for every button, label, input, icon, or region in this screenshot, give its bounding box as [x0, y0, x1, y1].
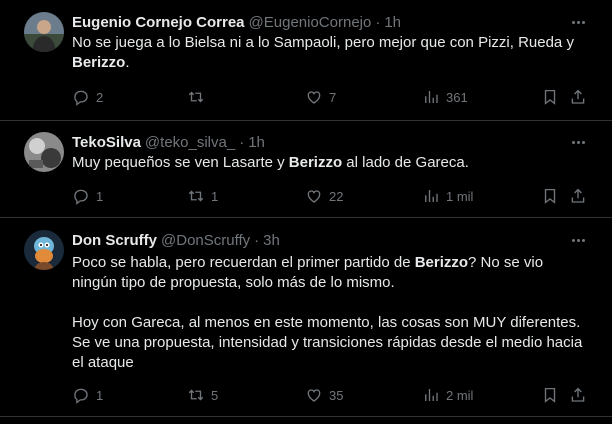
tweet-text-part: No se juega a lo Bielsa ni a lo Sampaoli… — [72, 34, 574, 51]
avatar[interactable] — [24, 132, 64, 172]
tweet-text-part: . — [125, 54, 130, 71]
share-button[interactable] — [569, 385, 587, 405]
tweet-header: Eugenio Cornejo Correa @EugenioCornejo ·… — [72, 12, 401, 32]
tweet-actions: 2 7 361 — [72, 87, 592, 107]
tweet[interactable]: Don Scruffy @DonScruffy · 3h Poco se hab… — [0, 218, 612, 417]
tweet-text: Poco se habla, pero recuerdan el primer … — [72, 253, 592, 373]
bookmark-button[interactable] — [541, 385, 559, 405]
retweet-count: 1 — [211, 188, 219, 204]
tweet-text-part: al lado de Gareca. — [342, 154, 469, 171]
user-handle[interactable]: @teko_silva_ — [145, 134, 235, 151]
bookmark-button[interactable] — [541, 186, 559, 206]
share-button[interactable] — [569, 87, 587, 107]
more-icon[interactable] — [568, 230, 588, 250]
tweet[interactable]: Eugenio Cornejo Correa @EugenioCornejo ·… — [0, 0, 612, 121]
tweet[interactable]: TekoSilva @teko_silva_ · 1h Muy pequeños… — [0, 121, 612, 218]
retweet-icon — [188, 91, 204, 103]
view-count: 361 — [446, 89, 468, 105]
tweet-text: Muy pequeños se ven Lasarte y Berizzo al… — [72, 153, 592, 173]
views-button[interactable]: 2 mil — [422, 385, 473, 405]
retweet-button[interactable] — [187, 87, 211, 107]
tweet-header: TekoSilva @teko_silva_ · 1h — [72, 132, 265, 152]
retweet-icon — [188, 190, 204, 202]
reply-icon — [74, 189, 88, 205]
tweet-text-part: Muy pequeños se ven Lasarte y — [72, 154, 289, 171]
like-icon — [307, 389, 321, 402]
reply-count: 1 — [96, 387, 104, 403]
views-button[interactable]: 361 — [422, 87, 468, 107]
user-handle[interactable]: @DonScruffy — [161, 232, 250, 249]
like-count: 35 — [329, 387, 344, 403]
reply-count: 2 — [96, 89, 104, 105]
bookmark-icon — [544, 387, 556, 403]
reply-button[interactable]: 1 — [72, 186, 103, 206]
more-icon[interactable] — [568, 132, 588, 152]
views-icon — [425, 190, 438, 202]
reply-icon — [74, 90, 88, 106]
bookmark-button[interactable] — [541, 87, 559, 107]
views-icon — [425, 389, 438, 401]
user-handle[interactable]: @EugenioCornejo — [249, 14, 372, 31]
retweet-button[interactable]: 1 — [187, 186, 218, 206]
retweet-button[interactable]: 5 — [187, 385, 218, 405]
reply-button[interactable]: 1 — [72, 385, 103, 405]
share-icon — [571, 387, 585, 402]
share-icon — [571, 188, 585, 203]
avatar[interactable] — [24, 12, 64, 52]
tweet-actions: 1 1 22 1 mil — [72, 186, 592, 206]
timestamp[interactable]: 1h — [248, 134, 265, 151]
more-icon[interactable] — [568, 12, 588, 32]
like-count: 7 — [329, 89, 337, 105]
tweet-paragraph: Poco se habla, pero recuerdan el primer … — [72, 253, 592, 293]
tweet-feed: Eugenio Cornejo Correa @EugenioCornejo ·… — [0, 0, 612, 424]
tweet-actions: 1 5 35 2 mil — [72, 385, 592, 405]
share-icon — [571, 89, 585, 104]
timestamp[interactable]: 3h — [263, 232, 280, 249]
reply-button[interactable]: 2 — [72, 87, 103, 107]
like-button[interactable]: 7 — [305, 87, 336, 107]
tweet-paragraph: Hoy con Gareca, al menos en este momento… — [72, 314, 583, 371]
share-button[interactable] — [569, 186, 587, 206]
like-button[interactable]: 22 — [305, 186, 343, 206]
like-icon — [307, 190, 321, 203]
tweet-text-highlight: Berizzo — [288, 154, 343, 171]
views-icon — [425, 91, 438, 103]
display-name[interactable]: Eugenio Cornejo Correa — [72, 14, 245, 31]
tweet-text: No se juega a lo Bielsa ni a lo Sampaoli… — [72, 33, 592, 73]
view-count: 1 mil — [446, 188, 474, 204]
like-count: 22 — [329, 188, 344, 204]
tweet-text-part: Poco se habla, pero recuerdan el primer … — [72, 254, 415, 271]
like-icon — [307, 91, 321, 104]
bookmark-icon — [544, 188, 556, 204]
reply-icon — [74, 388, 88, 404]
avatar[interactable] — [24, 230, 64, 270]
bookmark-icon — [544, 89, 556, 105]
separator: · — [239, 133, 245, 151]
tweet-text-highlight: Berizzo — [414, 254, 469, 271]
display-name[interactable]: Don Scruffy — [72, 232, 157, 249]
timestamp[interactable]: 1h — [384, 14, 401, 31]
separator: · — [375, 13, 381, 31]
reply-count: 1 — [96, 188, 104, 204]
view-count: 2 mil — [446, 387, 474, 403]
retweet-icon — [188, 389, 204, 401]
retweet-count: 5 — [211, 387, 219, 403]
tweet-header: Don Scruffy @DonScruffy · 3h — [72, 230, 280, 250]
tweet-text-highlight: Berizzo — [72, 54, 126, 71]
display-name[interactable]: TekoSilva — [72, 134, 141, 151]
separator: · — [254, 231, 260, 249]
like-button[interactable]: 35 — [305, 385, 343, 405]
views-button[interactable]: 1 mil — [422, 186, 473, 206]
